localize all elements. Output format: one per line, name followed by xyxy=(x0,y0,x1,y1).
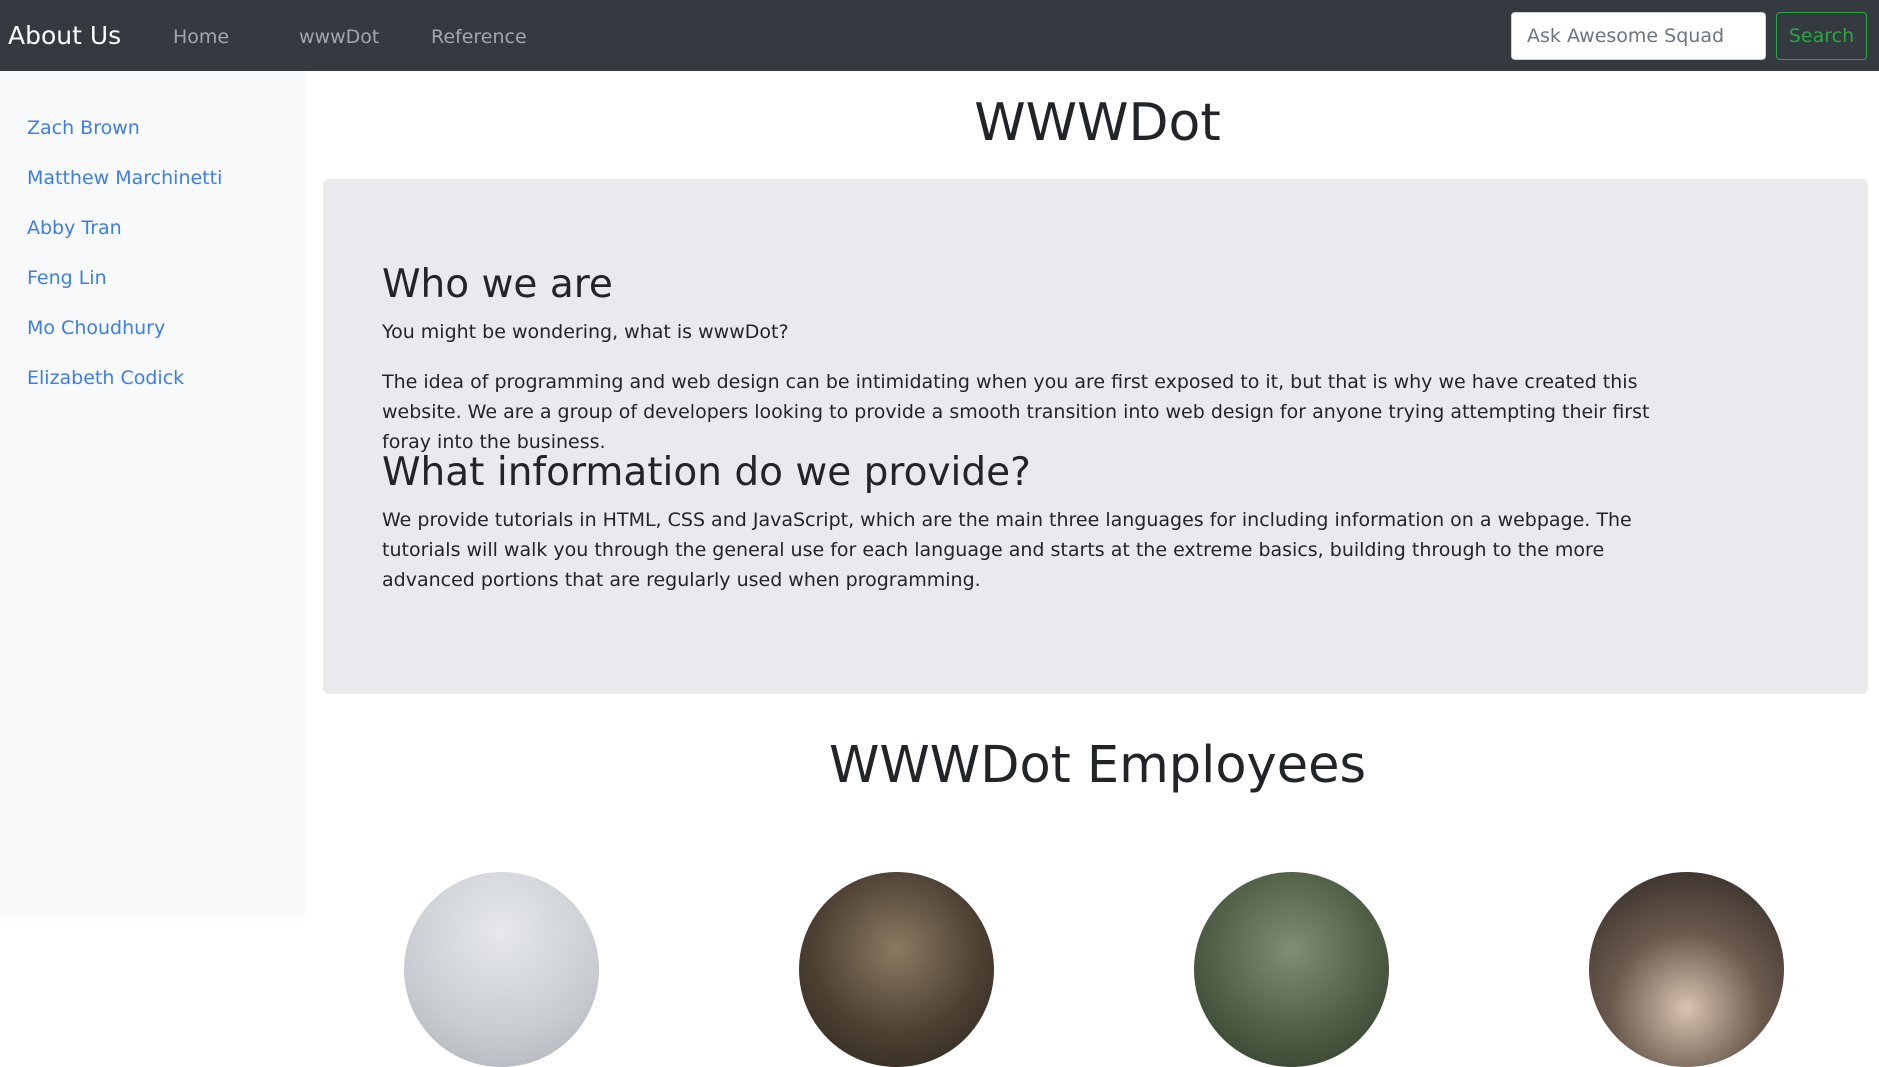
sidebar: Zach Brown Matthew Marchinetti Abby Tran… xyxy=(0,71,305,916)
sidebar-item-mo-choudhury[interactable]: Mo Choudhury xyxy=(27,315,165,341)
employee-avatar-3[interactable] xyxy=(1194,872,1389,1067)
who-we-are-body: The idea of programming and web design c… xyxy=(382,371,1650,453)
navbar-brand[interactable]: About Us xyxy=(8,19,121,53)
top-navbar: About Us Home wwwDot Reference Search xyxy=(0,0,1879,71)
page-title: WWWDot xyxy=(974,93,1221,153)
employee-avatar-4[interactable] xyxy=(1589,872,1784,1067)
who-we-are-intro: You might be wondering, what is wwwDot? xyxy=(382,321,789,343)
nav-link-reference[interactable]: Reference xyxy=(431,24,527,50)
about-jumbotron: Who we are You might be wondering, what … xyxy=(323,179,1868,694)
nav-link-wwwdot[interactable]: wwwDot xyxy=(299,24,379,50)
search-button[interactable]: Search xyxy=(1776,12,1867,60)
sidebar-item-zach-brown[interactable]: Zach Brown xyxy=(27,115,140,141)
search-input[interactable] xyxy=(1511,12,1766,60)
info-body: We provide tutorials in HTML, CSS and Ja… xyxy=(382,509,1632,591)
main-content: WWWDot Who we are You might be wondering… xyxy=(305,71,1879,1067)
nav-link-home[interactable]: Home xyxy=(173,24,229,50)
employee-avatar-2[interactable] xyxy=(799,872,994,1067)
employee-avatar-1[interactable] xyxy=(404,872,599,1067)
who-we-are-heading: Who we are xyxy=(382,262,613,307)
sidebar-item-feng-lin[interactable]: Feng Lin xyxy=(27,265,107,291)
employees-heading: WWWDot Employees xyxy=(828,736,1367,795)
sidebar-item-abby-tran[interactable]: Abby Tran xyxy=(27,215,122,241)
info-heading: What information do we provide? xyxy=(382,450,1031,495)
sidebar-item-elizabeth-codick[interactable]: Elizabeth Codick xyxy=(27,365,184,391)
sidebar-item-matthew-marchinetti[interactable]: Matthew Marchinetti xyxy=(27,165,222,191)
